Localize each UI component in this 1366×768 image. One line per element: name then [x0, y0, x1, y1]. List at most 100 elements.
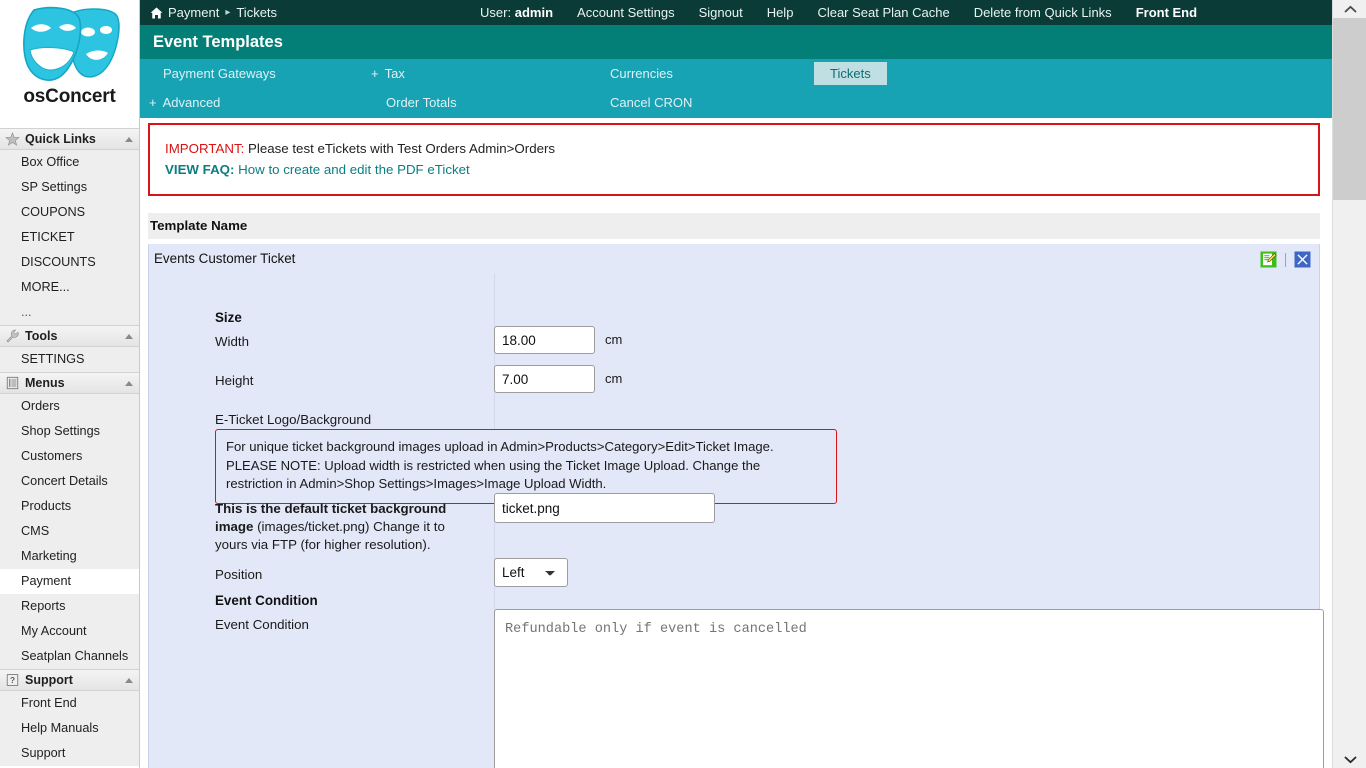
close-x-icon[interactable]: [1294, 251, 1311, 268]
sidebar-item-support[interactable]: Support: [0, 741, 139, 766]
tab-tickets-active[interactable]: Tickets: [814, 62, 887, 85]
topbar-link-clear-seat-plan-cache[interactable]: Clear Seat Plan Cache: [817, 5, 949, 20]
breadcrumb-separator: ▸: [225, 7, 230, 18]
scrollbar-up-button[interactable]: [1333, 0, 1366, 18]
list-icon: [5, 376, 20, 390]
svg-text:?: ?: [10, 675, 15, 685]
brand-logo[interactable]: osConcert: [0, 0, 139, 128]
sidebar-item-seatplan-channels[interactable]: Seatplan Channels: [0, 644, 139, 669]
sidebar-item-sp-settings[interactable]: SP Settings: [0, 175, 139, 200]
sidebar-list-quick-links: Box Office SP Settings COUPONS ETICKET D…: [0, 150, 139, 325]
page-scrollbar[interactable]: [1332, 0, 1366, 768]
label-width: Width: [215, 333, 249, 351]
topbar-link-signout[interactable]: Signout: [699, 5, 743, 20]
theatre-masks-icon: [16, 6, 124, 84]
sidebar-item-discounts[interactable]: DISCOUNTS: [0, 250, 139, 275]
home-icon: [150, 7, 163, 19]
plus-icon: +: [371, 66, 379, 81]
star-icon: [5, 132, 20, 146]
sidebar-item-orders[interactable]: Orders: [0, 394, 139, 419]
breadcrumb-item-payment[interactable]: Payment: [168, 5, 219, 20]
sidebar-group-label: Support: [25, 673, 125, 687]
tab-cancel-cron[interactable]: Cancel CRON: [610, 88, 692, 117]
tab-payment-gateways[interactable]: Payment Gateways: [163, 59, 276, 88]
sidebar-group-quick-links[interactable]: Quick Links: [0, 128, 139, 150]
wrench-icon: [5, 329, 20, 343]
alert-link-faq[interactable]: How to create and edit the PDF eTicket: [238, 162, 470, 177]
sidebar-item-customers[interactable]: Customers: [0, 444, 139, 469]
sidebar-item-cms[interactable]: CMS: [0, 519, 139, 544]
sidebar-item-concert-details[interactable]: Concert Details: [0, 469, 139, 494]
tab-advanced[interactable]: +Advanced: [149, 88, 220, 117]
group-title-size: Size: [215, 310, 242, 325]
sidebar-list-tools: SETTINGS: [0, 347, 139, 372]
sidebar-item-eticket[interactable]: ETICKET: [0, 225, 139, 250]
label-position: Position: [215, 566, 262, 584]
topbar-link-account-settings[interactable]: Account Settings: [577, 5, 675, 20]
tab-tax[interactable]: +Tax: [371, 59, 405, 88]
question-box-icon: ?: [5, 673, 20, 687]
template-name-value: Events Customer Ticket: [149, 244, 1319, 274]
plus-icon: +: [149, 95, 157, 110]
sidebar: osConcert Quick Links Box Office SP Sett…: [0, 0, 140, 768]
edit-pencil-icon[interactable]: [1260, 251, 1277, 268]
tab-row-2: +Advanced Order Totals Cancel CRON: [140, 88, 1332, 117]
ticket-image-input[interactable]: [494, 493, 715, 523]
breadcrumb-item-tickets[interactable]: Tickets: [236, 5, 277, 20]
alert-line-important: IMPORTANT: Please test eTickets with Tes…: [165, 139, 1318, 160]
unit-width-cm: cm: [605, 332, 622, 347]
topbar-link-front-end[interactable]: Front End: [1136, 5, 1197, 20]
page-title: Event Templates: [140, 25, 1332, 59]
sidebar-item-more[interactable]: MORE...: [0, 275, 139, 300]
chevron-up-icon[interactable]: [125, 381, 133, 386]
topbar-link-delete-from-quick-links[interactable]: Delete from Quick Links: [974, 5, 1112, 20]
position-select[interactable]: Left Right Center: [494, 558, 568, 587]
sidebar-item-shop-settings[interactable]: Shop Settings: [0, 419, 139, 444]
sidebar-item-products[interactable]: Products: [0, 494, 139, 519]
sidebar-item-front-end[interactable]: Front End: [0, 691, 139, 716]
tab-currencies[interactable]: Currencies: [610, 59, 673, 88]
sidebar-list-menus: Orders Shop Settings Customers Concert D…: [0, 394, 139, 669]
scrollbar-down-button[interactable]: [1333, 750, 1366, 768]
important-alert: IMPORTANT: Please test eTickets with Tes…: [148, 123, 1320, 196]
alert-keyword-faq: VIEW FAQ:: [165, 162, 234, 177]
label-event-condition: Event Condition: [215, 616, 309, 634]
scrollbar-thumb[interactable]: [1333, 18, 1366, 200]
sidebar-group-menus[interactable]: Menus: [0, 372, 139, 394]
sidebar-item-marketing[interactable]: Marketing: [0, 544, 139, 569]
top-bar: Payment ▸ Tickets User: admin Account Se…: [140, 0, 1332, 25]
user-label: User:: [480, 5, 511, 20]
sidebar-item-reports[interactable]: Reports: [0, 594, 139, 619]
height-input[interactable]: [494, 365, 595, 393]
sidebar-item-ellipsis[interactable]: ...: [0, 300, 139, 325]
sidebar-item-box-office[interactable]: Box Office: [0, 150, 139, 175]
sidebar-group-support[interactable]: ? Support: [0, 669, 139, 691]
label-height: Height: [215, 372, 253, 390]
action-divider: [1285, 253, 1286, 267]
unit-height-cm: cm: [605, 371, 622, 386]
sidebar-list-support: Front End Help Manuals Support: [0, 691, 139, 766]
sidebar-item-my-account[interactable]: My Account: [0, 619, 139, 644]
group-title-event-condition: Event Condition: [215, 593, 318, 608]
chevron-up-icon[interactable]: [125, 137, 133, 142]
sidebar-group-label: Quick Links: [25, 132, 125, 146]
sidebar-item-help-manuals[interactable]: Help Manuals: [0, 716, 139, 741]
brand-name: osConcert: [23, 86, 115, 108]
event-condition-textarea[interactable]: [494, 609, 1324, 768]
sidebar-item-payment[interactable]: Payment: [0, 569, 139, 594]
tab-row-1: Payment Gateways +Tax Currencies Tickets: [140, 59, 1332, 88]
width-input[interactable]: [494, 326, 595, 354]
sidebar-item-settings[interactable]: SETTINGS: [0, 347, 139, 372]
alert-line-faq: VIEW FAQ: How to create and edit the PDF…: [165, 160, 1318, 181]
tab-order-totals[interactable]: Order Totals: [386, 88, 457, 117]
sidebar-item-coupons[interactable]: COUPONS: [0, 200, 139, 225]
chevron-up-icon: [1344, 5, 1357, 14]
template-panel: Events Customer Ticket Size: [148, 244, 1320, 768]
sidebar-group-tools[interactable]: Tools: [0, 325, 139, 347]
content-area: IMPORTANT: Please test eTickets with Tes…: [140, 118, 1332, 768]
scrollbar-track[interactable]: [1333, 18, 1366, 750]
topbar-link-help[interactable]: Help: [767, 5, 794, 20]
chevron-up-icon[interactable]: [125, 678, 133, 683]
chevron-up-icon[interactable]: [125, 334, 133, 339]
admin-page: osConcert Quick Links Box Office SP Sett…: [0, 0, 1366, 768]
